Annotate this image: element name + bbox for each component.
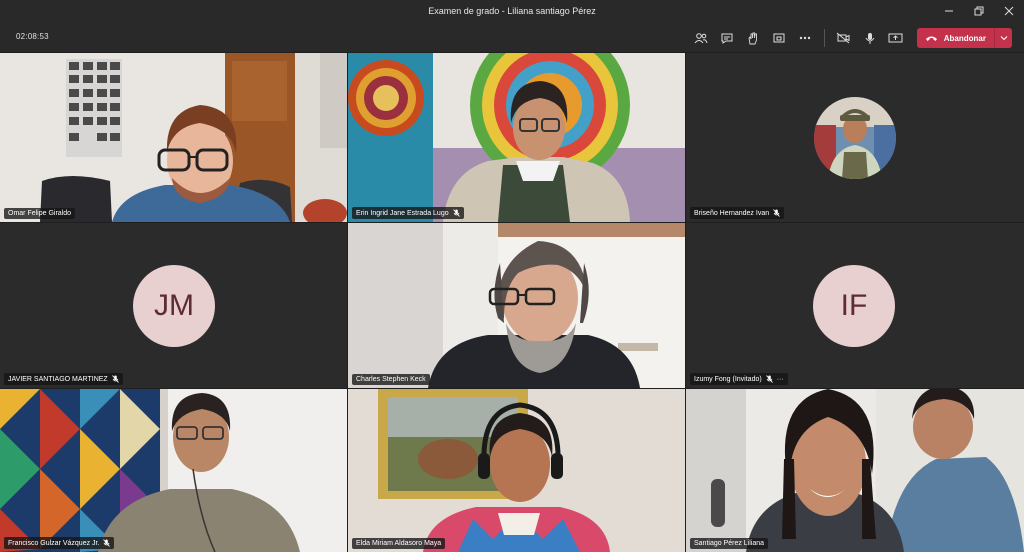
initials-avatar: IF <box>813 265 895 347</box>
participant-name-tag: Omar Felipe Giraldo <box>4 208 76 219</box>
window-controls <box>934 0 1024 22</box>
participant-name-tag: JAVIER SANTIAGO MARTINEZ <box>4 373 123 385</box>
mic-icon <box>865 32 875 44</box>
phone-hangup-icon <box>925 36 937 41</box>
participant-name-tag: Charles Stephen Keck <box>352 374 430 385</box>
participant-name: Francisco Gulzar Vázquez Jr. <box>8 539 100 547</box>
participant-tile-8[interactable]: Elda Miriam Aldasoro Maya <box>348 389 685 552</box>
camera-toggle-button[interactable] <box>831 27 857 49</box>
leave-options-button[interactable] <box>994 28 1012 48</box>
restore-icon <box>974 6 984 16</box>
meeting-toolbar: 02:08:53 Abandonar <box>0 22 1024 52</box>
raise-hand-button[interactable] <box>740 27 766 49</box>
participant-name: Erin Ingrid Jane Estrada Lugo <box>356 209 449 217</box>
chevron-down-icon <box>1000 36 1007 41</box>
participant-tile-5[interactable]: Charles Stephen Keck <box>348 223 685 388</box>
toolbar-divider <box>823 29 825 47</box>
participant-tile-4[interactable]: JM JAVIER SANTIAGO MARTINEZ <box>0 223 347 388</box>
share-tray-button[interactable] <box>766 27 792 49</box>
participant-video-2 <box>348 53 685 222</box>
mic-off-icon <box>111 375 119 383</box>
participant-video-8 <box>348 389 685 552</box>
people-icon <box>694 33 708 44</box>
participant-video-1 <box>0 53 347 222</box>
participant-name-tag: Erin Ingrid Jane Estrada Lugo <box>352 207 464 219</box>
participant-tile-9[interactable]: Santiago Pérez Liliana <box>686 389 1024 552</box>
participants-button[interactable] <box>688 27 714 49</box>
chat-button[interactable] <box>714 27 740 49</box>
participant-tile-6[interactable]: IF Izumy Fong (Invitado) ··· <box>686 223 1024 388</box>
more-icon <box>799 36 810 40</box>
video-grid: Omar Felipe Giraldo Erin Ingrid Jane Est… <box>0 53 1024 552</box>
mic-off-icon <box>773 209 780 217</box>
chat-icon <box>721 33 733 44</box>
camera-off-icon <box>836 32 850 44</box>
participant-name: JAVIER SANTIAGO MARTINEZ <box>8 375 108 383</box>
title-bar: Examen de grado - Liliana santiago Pérez <box>0 0 1024 22</box>
participant-video-9 <box>686 389 1024 552</box>
participant-name: Santiago Pérez Liliana <box>694 540 765 547</box>
participant-name: Elda Miriam Aldasoro Maya <box>356 540 442 547</box>
participant-video-7 <box>0 389 347 552</box>
participant-tile-1[interactable]: Omar Felipe Giraldo <box>0 53 347 222</box>
mic-off-icon <box>452 209 460 217</box>
participant-name: Omar Felipe Giraldo <box>8 210 72 217</box>
raise-hand-icon <box>748 32 757 44</box>
minimize-button[interactable] <box>934 0 964 22</box>
participant-name-tag: Santiago Pérez Liliana <box>690 538 769 549</box>
participant-more-button[interactable]: ··· <box>777 376 784 383</box>
mic-off-icon <box>103 539 111 547</box>
participant-video-5 <box>348 223 685 388</box>
meeting-controls: Abandonar <box>688 27 1012 49</box>
meeting-timer: 02:08:53 <box>16 32 49 41</box>
participant-tile-2[interactable]: Erin Ingrid Jane Estrada Lugo <box>348 53 685 222</box>
more-options-button[interactable] <box>792 27 818 49</box>
participant-tile-7[interactable]: Francisco Gulzar Vázquez Jr. <box>0 389 347 552</box>
participant-name: Charles Stephen Keck <box>356 376 426 383</box>
participant-photo-avatar <box>814 97 896 179</box>
restore-button[interactable] <box>964 0 994 22</box>
leave-label: Abandonar <box>943 33 986 43</box>
mic-off-icon <box>765 375 773 383</box>
window-title: Examen de grado - Liliana santiago Pérez <box>428 6 596 16</box>
participant-tile-3[interactable]: Briseño Hernandez Ivan <box>686 53 1024 222</box>
participant-name-tag: Briseño Hernandez Ivan <box>690 207 785 219</box>
share-screen-icon <box>888 33 903 43</box>
share-tray-icon <box>773 33 785 43</box>
participant-name-tag: Elda Miriam Aldasoro Maya <box>352 538 446 549</box>
minimize-icon <box>945 10 953 12</box>
initials-avatar: JM <box>133 265 215 347</box>
share-screen-button[interactable] <box>883 27 909 49</box>
close-icon <box>1004 6 1014 16</box>
participant-name-tag: Francisco Gulzar Vázquez Jr. <box>4 537 115 549</box>
mic-toggle-button[interactable] <box>857 27 883 49</box>
participant-name: Izumy Fong (Invitado) <box>694 375 762 383</box>
leave-button[interactable]: Abandonar <box>916 28 1012 48</box>
participant-name: Briseño Hernandez Ivan <box>694 209 770 217</box>
close-window-button[interactable] <box>994 0 1024 22</box>
participant-name-tag: Izumy Fong (Invitado) ··· <box>690 373 788 385</box>
profile-photo <box>814 97 896 179</box>
leave-main-button[interactable]: Abandonar <box>917 28 994 48</box>
